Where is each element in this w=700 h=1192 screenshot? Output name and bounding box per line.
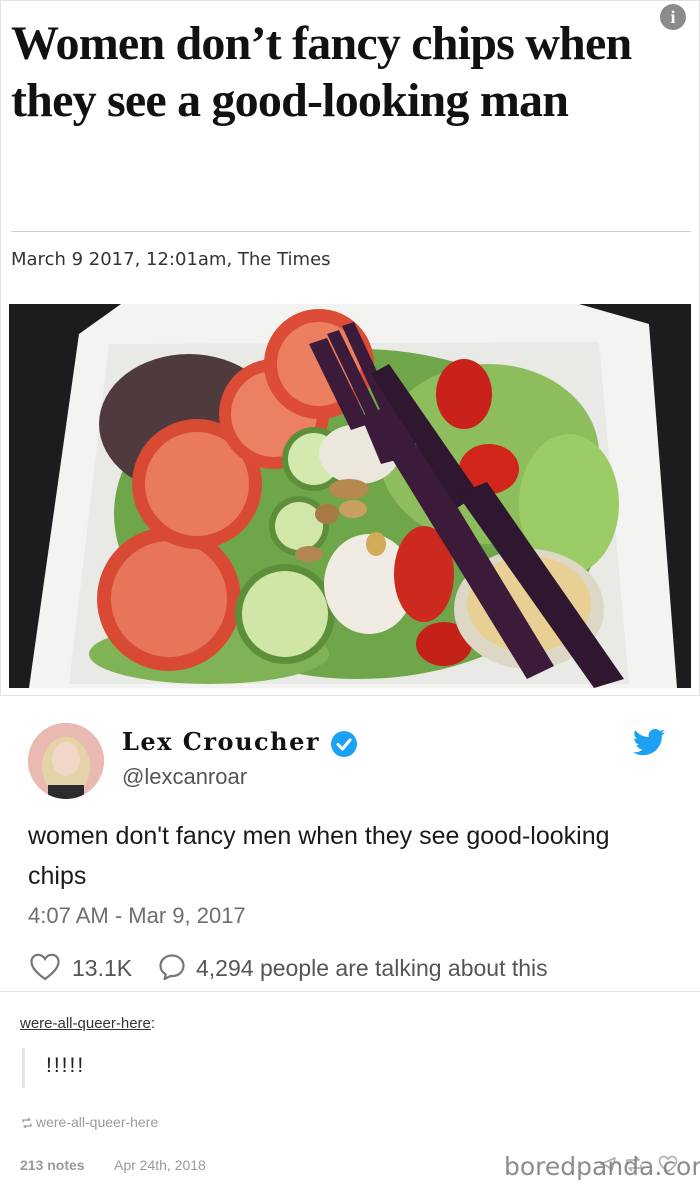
display-name[interactable]: Lex Croucher bbox=[122, 727, 320, 756]
talking-count[interactable]: 4,294 people are talking about this bbox=[196, 955, 548, 982]
reblog-comment: !!!!! bbox=[46, 1054, 86, 1077]
reply-bubble-icon[interactable] bbox=[158, 953, 186, 981]
reblog-attribution: were-all-queer-here: bbox=[20, 1015, 155, 1032]
boredpanda-watermark: boredpanda.com bbox=[504, 1152, 700, 1181]
quote-bar bbox=[22, 1048, 25, 1088]
heart-icon[interactable] bbox=[30, 953, 60, 981]
post-date: Apr 24th, 2018 bbox=[114, 1157, 206, 1173]
article-card: Women don’t fancy chips when they see a … bbox=[0, 0, 700, 696]
reblogger-colon: : bbox=[150, 1015, 156, 1032]
salad-photo bbox=[9, 304, 691, 688]
article-byline: March 9 2017, 12:01am, The Times bbox=[11, 249, 331, 270]
article-headline: Women don’t fancy chips when they see a … bbox=[11, 17, 632, 127]
tweet-timestamp[interactable]: 4:07 AM - Mar 9, 2017 bbox=[28, 903, 246, 929]
twitter-handle[interactable]: @lexcanroar bbox=[122, 764, 247, 790]
reblog-icon bbox=[22, 1117, 32, 1129]
avatar[interactable] bbox=[28, 723, 104, 799]
notes-count[interactable]: 213 notes bbox=[20, 1157, 85, 1173]
twitter-bird-icon[interactable] bbox=[632, 728, 666, 758]
tweet-text: women don't fancy men when they see good… bbox=[28, 822, 610, 890]
info-icon[interactable]: i bbox=[660, 4, 686, 30]
source-user-link[interactable]: were-all-queer-here bbox=[36, 1114, 158, 1130]
article-divider bbox=[11, 231, 691, 232]
reblogger-link[interactable]: were-all-queer-here bbox=[20, 1015, 151, 1032]
like-count: 13.1K bbox=[72, 955, 133, 981]
tumblr-divider bbox=[0, 991, 700, 992]
verified-icon bbox=[331, 731, 357, 757]
